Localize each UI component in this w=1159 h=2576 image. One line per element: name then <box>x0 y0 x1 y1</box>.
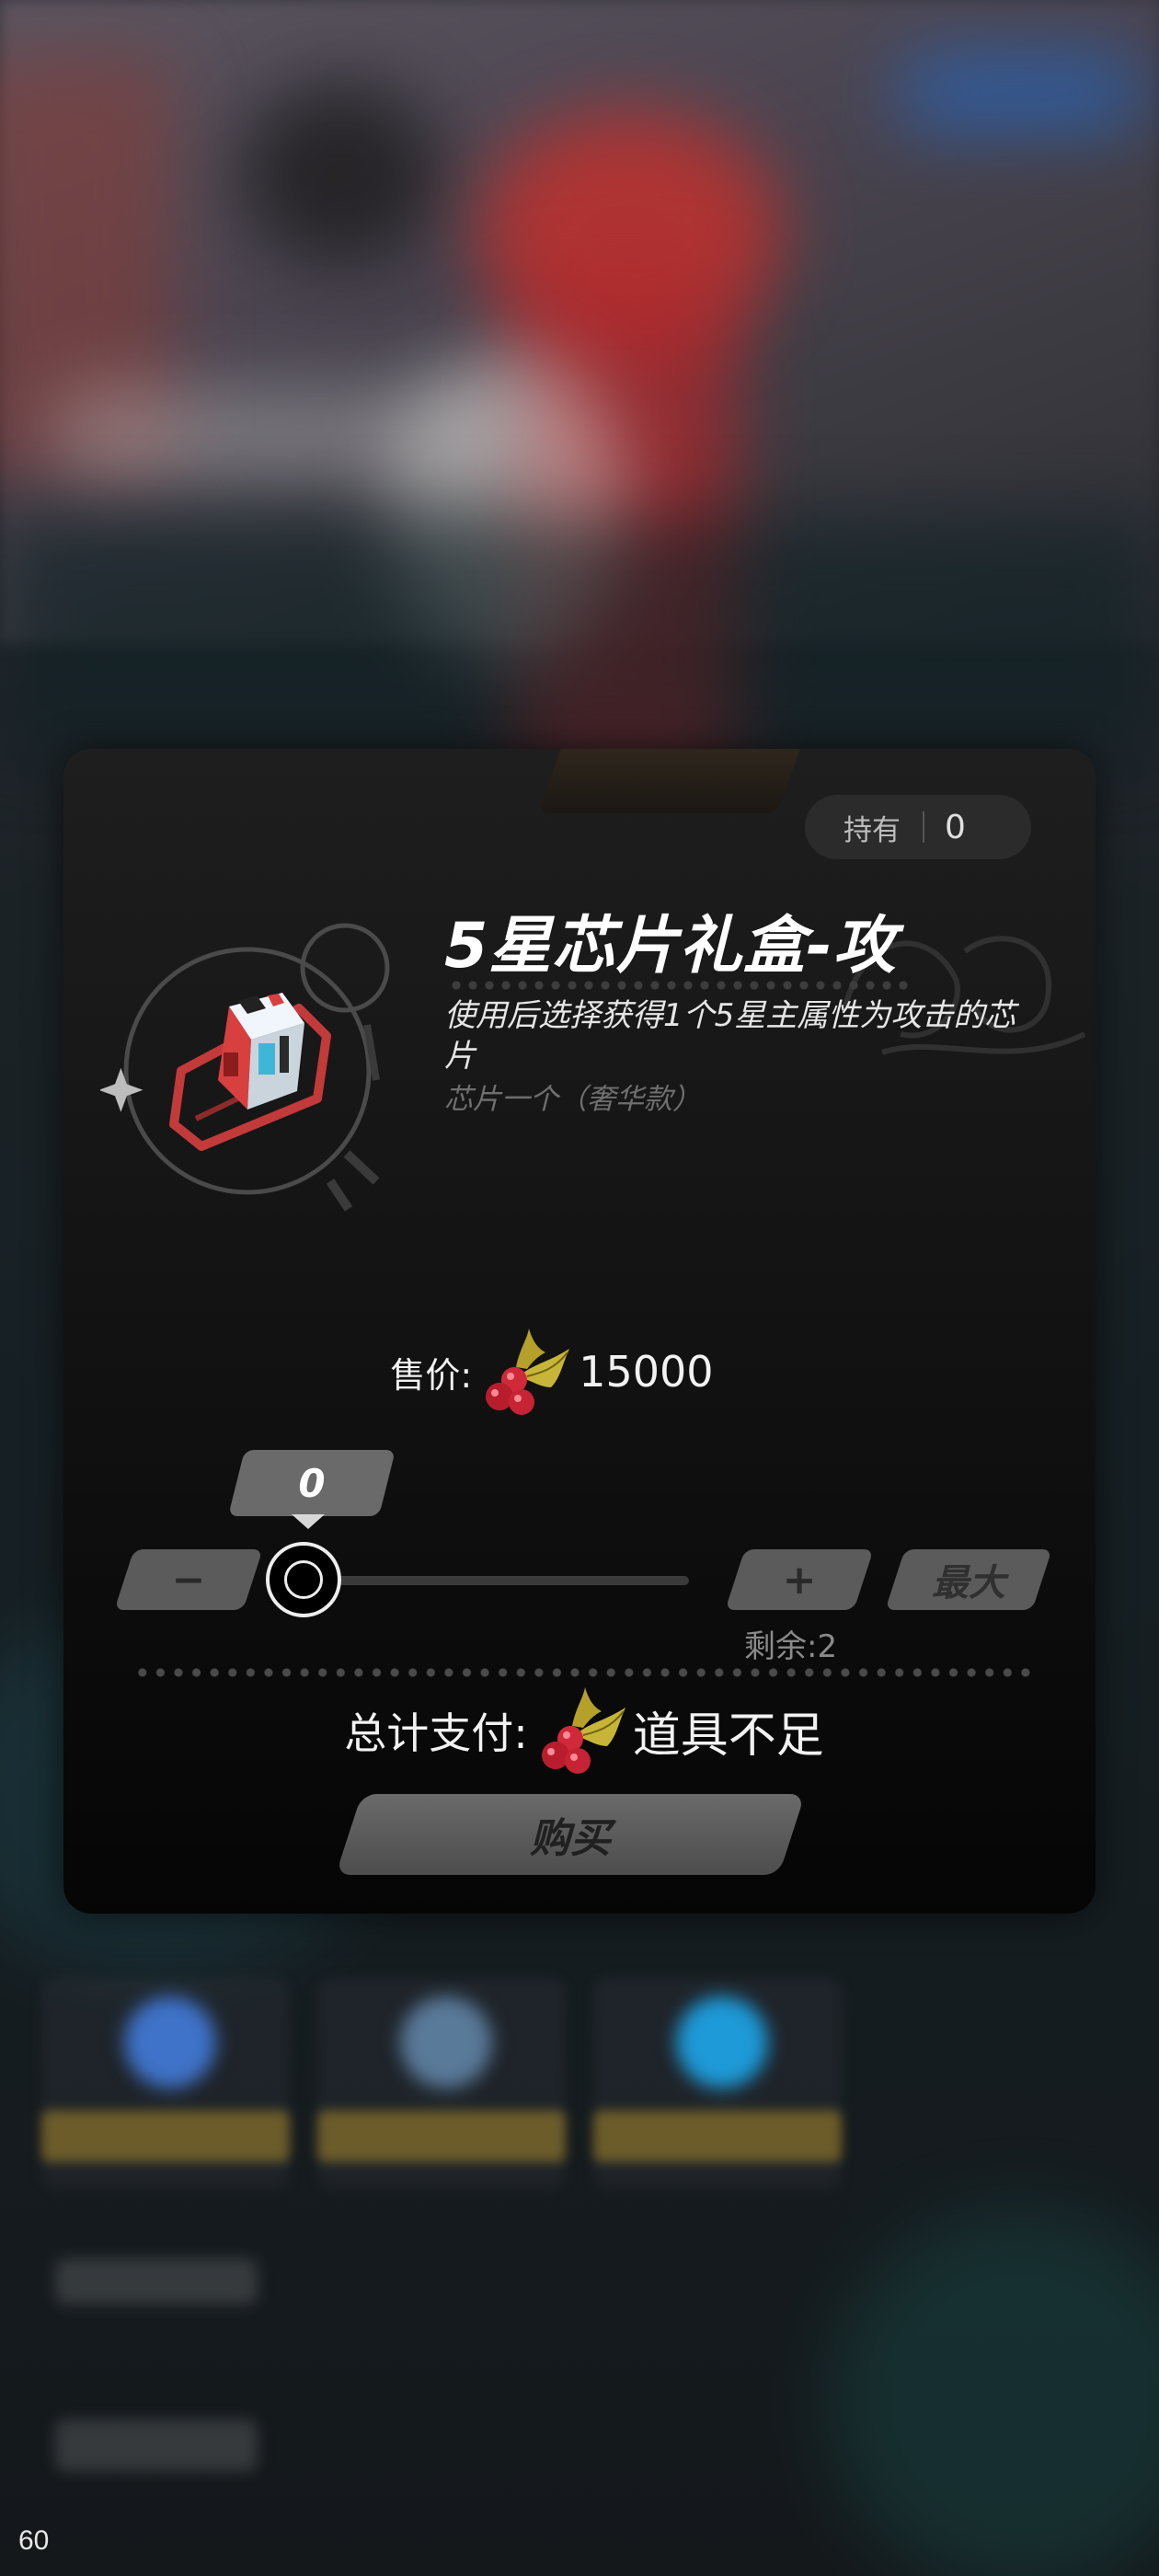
decrease-quantity-button[interactable]: − <box>114 1549 263 1610</box>
quantity-value: 0 <box>298 1460 326 1506</box>
shop-tile <box>317 1978 566 2190</box>
fps-counter: 60 <box>18 2525 50 2556</box>
item-title: 5星芯片礼盒-攻 <box>444 910 897 983</box>
holly-berry-icon <box>541 1687 625 1774</box>
title-dotted-divider <box>448 981 908 990</box>
quantity-slider-track[interactable] <box>303 1576 689 1585</box>
purchase-dialog: 持有 0 5星芯片礼盒-攻 使用后选择获得1个5星主属性为攻击的芯片 芯片一个（… <box>63 749 1096 1914</box>
item-description: 使用后选择获得1个5星主属性为攻击的芯片 <box>444 997 1016 1075</box>
remaining-count: 剩余:2 <box>744 1628 838 1665</box>
shop-tile <box>593 1978 842 2190</box>
total-value: 道具不足 <box>632 1708 824 1764</box>
price-label: 售价: <box>390 1354 473 1396</box>
max-label: 最大 <box>932 1562 1005 1604</box>
holly-berry-icon <box>486 1328 570 1415</box>
buy-button[interactable]: 购买 <box>335 1794 806 1875</box>
buy-label: 购买 <box>530 1815 611 1862</box>
gift-box-icon <box>100 923 390 1212</box>
quantity-slider-handle[interactable] <box>266 1542 341 1617</box>
dotted-divider <box>133 1667 1035 1678</box>
owned-count-pill: 持有 0 <box>805 795 1031 859</box>
quantity-badge: 0 <box>228 1450 396 1529</box>
dialog-top-decoration <box>537 749 804 813</box>
owned-divider <box>923 811 924 843</box>
price-row: 售价: 15000 <box>63 1321 1096 1422</box>
owned-value: 0 <box>945 808 966 846</box>
total-row: 总计支付: 道具不足 <box>63 1680 1096 1781</box>
max-quantity-button[interactable]: 最大 <box>885 1549 1052 1610</box>
owned-label: 持有 <box>843 813 901 847</box>
quantity-pointer <box>292 1514 325 1529</box>
item-subtitle: 芯片一个（奢华款） <box>444 1083 701 1116</box>
increase-quantity-button[interactable]: + <box>725 1549 874 1610</box>
minus-label: − <box>171 1556 206 1604</box>
shop-tile <box>41 1978 290 2190</box>
price-value: 15000 <box>579 1347 714 1397</box>
total-label: 总计支付: <box>344 1708 528 1758</box>
plus-label: + <box>782 1556 817 1604</box>
